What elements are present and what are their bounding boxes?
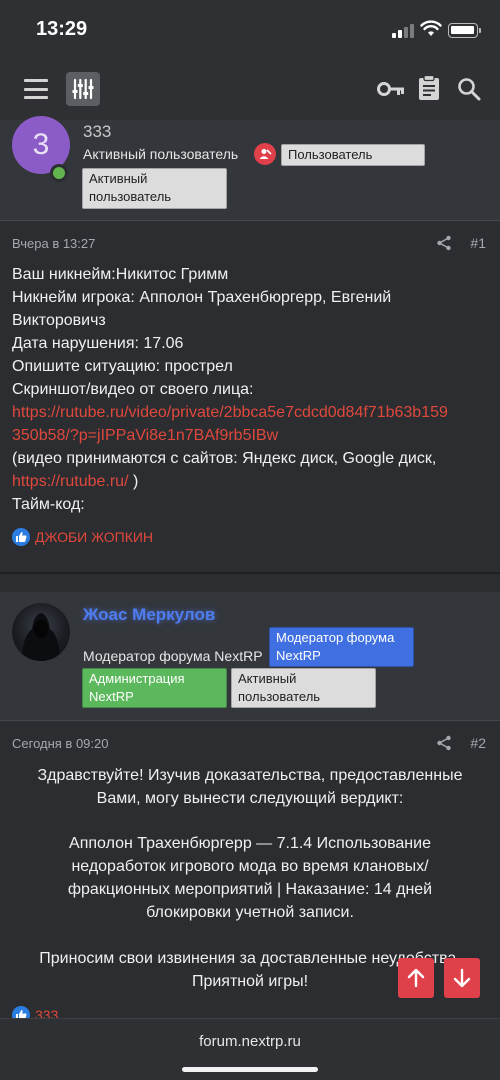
reactions-row[interactable]: ДЖОБИ ЖОПКИН	[12, 528, 153, 546]
online-status-icon	[50, 164, 68, 182]
post-text-line: Здравствуйте! Изучив доказательства, пре…	[37, 767, 463, 784]
post-text-line: Дата нарушения: 17.06	[12, 335, 184, 352]
user-badge: Пользователь	[281, 144, 425, 166]
share-icon[interactable]	[436, 735, 452, 751]
post-text-line: Никнейм игрока: Апполон Трахенбюргерр, Е…	[12, 289, 392, 306]
post-text-line: https://rutube.ru/ )	[12, 473, 139, 490]
post-text-line: фракционных мероприятий | Наказание: 14 …	[67, 881, 433, 898]
moderator-badge: Модератор форума NextRP	[269, 627, 414, 667]
post-date[interactable]: Вчера в 13:27	[12, 236, 95, 251]
scroll-up-button[interactable]	[398, 958, 434, 998]
user-badge-icon	[254, 143, 276, 165]
post-text-line: (видео принимаются с сайтов: Яндекс диск…	[12, 450, 437, 467]
like-icon	[12, 528, 30, 546]
search-icon[interactable]	[455, 75, 483, 103]
post-text-line: Викторовичз	[12, 312, 106, 329]
rutube-link[interactable]: https://rutube.ru/	[12, 473, 129, 490]
site-domain[interactable]: forum.nextrp.ru	[0, 1033, 500, 1050]
share-icon[interactable]	[436, 235, 452, 251]
post-number[interactable]: #1	[470, 235, 486, 251]
wifi-icon	[420, 20, 442, 36]
scroll-down-button[interactable]	[444, 958, 480, 998]
post-text-line: Скриншот/видео от своего лица:	[12, 381, 254, 398]
clipboard-icon[interactable]	[416, 73, 442, 103]
status-time: 13:29	[36, 18, 88, 40]
post-text-line: Ваш никнейм:Никитос Гримм	[12, 266, 229, 283]
post-1-author-block: 3 333 Активный пользователь Пользователь…	[0, 116, 500, 221]
author-status: Активный пользователь	[83, 146, 239, 162]
post-text-line: Опишите ситуацию: прострел	[12, 358, 233, 375]
liked-by-user[interactable]: ДЖОБИ ЖОПКИН	[35, 529, 153, 545]
post-text-line: недоработок игрового мода во время клано…	[71, 858, 429, 875]
avatar[interactable]	[12, 603, 70, 661]
post-text-line: блокировки учетной записи.	[146, 904, 354, 921]
menu-icon[interactable]	[22, 76, 50, 102]
admin-badge: Администрация NextRP	[82, 668, 227, 708]
video-link[interactable]: 350b58/?p=jIPPaVi8e1n7BAf9rb5IBw	[12, 427, 278, 445]
arrow-down-icon	[453, 968, 471, 988]
user-badge: Активный пользователь	[82, 168, 227, 209]
user-badge: Активный пользователь	[231, 668, 376, 708]
author-name[interactable]: 333	[83, 122, 111, 142]
key-icon[interactable]	[376, 76, 406, 102]
post-date[interactable]: Сегодня в 09:20	[12, 736, 108, 751]
video-link[interactable]: https://rutube.ru/video/private/2bbca5e7…	[12, 404, 448, 422]
arrow-up-icon	[407, 968, 425, 988]
top-navigation	[0, 58, 500, 120]
battery-icon	[448, 23, 481, 38]
post-2-author-block: Жоас Меркулов Модератор форума NextRP Мо…	[0, 592, 500, 721]
home-indicator[interactable]	[182, 1067, 318, 1072]
post-text-line: Апполон Трахенбюргерр — 7.1.4 Использова…	[69, 835, 431, 852]
post-number[interactable]: #2	[470, 735, 486, 751]
post-text-line: Тайм-код:	[12, 496, 85, 513]
post-1: Вчера в 13:27 #1 Ваш никнейм:Никитос Гри…	[0, 222, 500, 570]
filters-icon[interactable]	[66, 72, 100, 106]
author-name[interactable]: Жоас Меркулов	[83, 605, 215, 625]
divider	[0, 572, 500, 574]
author-status: Модератор форума NextRP	[83, 648, 263, 664]
browser-address-bar: forum.nextrp.ru	[0, 1018, 500, 1080]
signal-icon	[392, 24, 414, 38]
post-text-line: Вами, могу вынести следующий вердикт:	[96, 790, 404, 807]
status-bar: 13:29	[0, 0, 500, 58]
